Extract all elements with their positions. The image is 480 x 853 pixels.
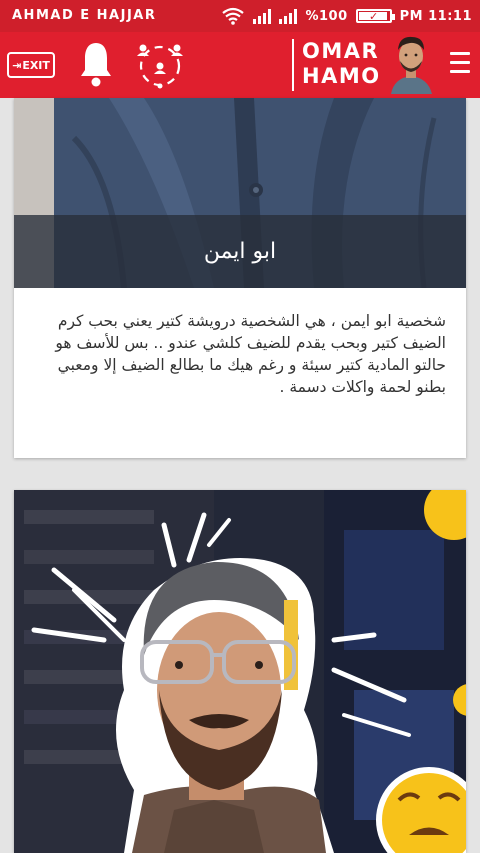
status-bar: AHMAD E HAJJAR %100 ✓ PM 11:11 xyxy=(0,0,480,32)
character-photo-2 xyxy=(14,490,466,853)
hamburger-icon[interactable] xyxy=(450,52,470,76)
battery-percentage: %100 xyxy=(305,8,348,24)
carrier-name: AHMAD E HAJJAR xyxy=(12,8,157,23)
app-bar: ⇥ EXIT OMAR HAMO xyxy=(0,32,480,98)
brand-logo: OMAR HAMO xyxy=(292,39,381,91)
character-caption-bar: ابو ايمن xyxy=(14,215,466,288)
brand-line-2: HAMO xyxy=(302,64,381,88)
users-circle-icon[interactable] xyxy=(133,38,187,90)
wifi-icon xyxy=(222,7,245,25)
bell-icon[interactable] xyxy=(78,40,114,88)
clock: PM 11:11 xyxy=(399,8,472,24)
host-avatar xyxy=(386,32,436,94)
battery-icon: ✓ xyxy=(355,9,395,23)
character-card-2[interactable] xyxy=(14,490,466,853)
signal-icon-2 xyxy=(279,8,298,24)
character-name: ابو ايمن xyxy=(203,239,277,264)
signal-icon xyxy=(253,8,272,24)
brand-line-1: OMAR xyxy=(302,39,380,63)
exit-button[interactable]: ⇥ EXIT xyxy=(7,52,55,78)
character-description: شخصية ابو ايمن ، هي الشخصية درويشة كتير … xyxy=(55,312,446,396)
status-indicators: %100 ✓ PM 11:11 xyxy=(221,5,472,27)
exit-icon: ⇥ xyxy=(12,58,22,72)
character-card[interactable]: ابو ايمن شخصية ابو ايمن ، هي الشخصية درو… xyxy=(14,98,466,458)
exit-label: EXIT xyxy=(22,58,50,72)
